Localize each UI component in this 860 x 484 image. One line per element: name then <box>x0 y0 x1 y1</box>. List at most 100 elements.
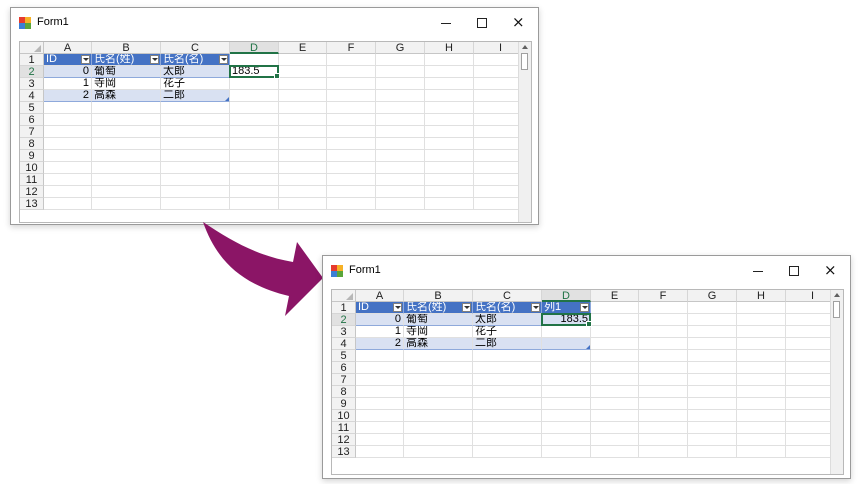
table-header-cell[interactable]: 氏名(姓) <box>404 302 473 314</box>
column-header-c[interactable]: C <box>473 290 542 302</box>
scroll-up-icon[interactable] <box>832 291 842 299</box>
row-header-9[interactable]: 9 <box>332 398 356 410</box>
cell[interactable] <box>542 446 591 458</box>
cell[interactable] <box>639 362 688 374</box>
cell[interactable] <box>688 362 737 374</box>
cell[interactable] <box>404 374 473 386</box>
cell[interactable] <box>356 410 404 422</box>
cell[interactable] <box>688 314 737 326</box>
cell[interactable] <box>404 362 473 374</box>
cell[interactable] <box>404 410 473 422</box>
cell[interactable] <box>404 350 473 362</box>
row-header-10[interactable]: 10 <box>332 410 356 422</box>
cell[interactable] <box>356 398 404 410</box>
cell[interactable] <box>639 338 688 350</box>
minimize-button[interactable] <box>740 256 776 286</box>
table-data-cell[interactable] <box>542 338 591 350</box>
cell[interactable] <box>404 386 473 398</box>
row-header-2[interactable]: 2 <box>332 314 356 326</box>
cell[interactable] <box>542 386 591 398</box>
column-header-f[interactable]: F <box>639 290 688 302</box>
table-data-cell[interactable]: 花子 <box>473 326 542 338</box>
cell[interactable] <box>473 446 542 458</box>
cell[interactable] <box>473 362 542 374</box>
cell[interactable] <box>737 422 786 434</box>
cell[interactable] <box>404 446 473 458</box>
row-header-11[interactable]: 11 <box>332 422 356 434</box>
cell[interactable] <box>639 374 688 386</box>
cell[interactable] <box>356 386 404 398</box>
table-data-cell[interactable]: 0 <box>356 314 404 326</box>
cell[interactable] <box>737 350 786 362</box>
column-header-e[interactable]: E <box>591 290 639 302</box>
cell[interactable] <box>356 362 404 374</box>
cell[interactable] <box>542 434 591 446</box>
cell[interactable] <box>591 398 639 410</box>
cell[interactable] <box>737 398 786 410</box>
cell[interactable] <box>591 422 639 434</box>
cell[interactable] <box>591 362 639 374</box>
cell[interactable] <box>356 350 404 362</box>
cell[interactable] <box>639 398 688 410</box>
cell[interactable] <box>639 410 688 422</box>
cell[interactable] <box>639 350 688 362</box>
cell[interactable] <box>356 422 404 434</box>
table-data-cell[interactable]: 葡萄 <box>404 314 473 326</box>
cell[interactable] <box>737 386 786 398</box>
table-data-cell[interactable]: 太郎 <box>473 314 542 326</box>
cell[interactable] <box>473 410 542 422</box>
cell[interactable] <box>473 434 542 446</box>
spreadsheet-after[interactable]: A B C D E F G H I 1 2 3 4 5 6 7 8 9 10 11 12 13 ID 氏名(姓) 氏名(名) 列1… <box>331 289 844 475</box>
cell[interactable] <box>737 326 786 338</box>
cell[interactable] <box>404 434 473 446</box>
cell[interactable] <box>542 362 591 374</box>
cell[interactable] <box>473 386 542 398</box>
table-header-cell[interactable]: ID <box>356 302 404 314</box>
cell[interactable] <box>591 326 639 338</box>
table-data-cell[interactable] <box>542 326 591 338</box>
cell[interactable] <box>591 410 639 422</box>
cell[interactable] <box>737 410 786 422</box>
column-header-g[interactable]: G <box>688 290 737 302</box>
cell[interactable] <box>688 302 737 314</box>
filter-dropdown-icon[interactable] <box>462 303 471 312</box>
table-data-cell[interactable]: 高森 <box>404 338 473 350</box>
table-header-cell[interactable]: 氏名(名) <box>473 302 542 314</box>
row-header-12[interactable]: 12 <box>332 434 356 446</box>
cell[interactable] <box>473 422 542 434</box>
column-header-d[interactable]: D <box>542 290 591 302</box>
cell[interactable] <box>591 302 639 314</box>
cell[interactable] <box>688 350 737 362</box>
cell[interactable] <box>688 338 737 350</box>
cell[interactable] <box>404 398 473 410</box>
column-header-a[interactable]: A <box>356 290 404 302</box>
cell[interactable] <box>639 422 688 434</box>
row-header-1[interactable]: 1 <box>332 302 356 314</box>
table-data-cell[interactable]: 二郎 <box>473 338 542 350</box>
cell[interactable] <box>688 410 737 422</box>
close-button[interactable]: × <box>812 256 848 286</box>
cell[interactable] <box>688 434 737 446</box>
cell[interactable] <box>542 350 591 362</box>
cell[interactable] <box>542 398 591 410</box>
cell[interactable] <box>639 386 688 398</box>
filter-dropdown-icon[interactable] <box>393 303 402 312</box>
cell[interactable] <box>688 446 737 458</box>
vertical-scrollbar[interactable] <box>830 290 843 474</box>
row-header-4[interactable]: 4 <box>332 338 356 350</box>
cell[interactable] <box>542 374 591 386</box>
filter-dropdown-icon[interactable] <box>580 303 589 312</box>
cell[interactable] <box>591 350 639 362</box>
row-header-13[interactable]: 13 <box>332 446 356 458</box>
cell[interactable] <box>737 446 786 458</box>
select-all-corner[interactable] <box>332 290 356 302</box>
cell[interactable] <box>473 398 542 410</box>
row-header-3[interactable]: 3 <box>332 326 356 338</box>
table-resize-handle-icon[interactable] <box>586 345 590 349</box>
cell[interactable] <box>688 386 737 398</box>
table-data-cell[interactable]: 寺岡 <box>404 326 473 338</box>
cell[interactable] <box>639 434 688 446</box>
cell[interactable] <box>737 338 786 350</box>
cell[interactable] <box>688 398 737 410</box>
cell[interactable] <box>356 434 404 446</box>
